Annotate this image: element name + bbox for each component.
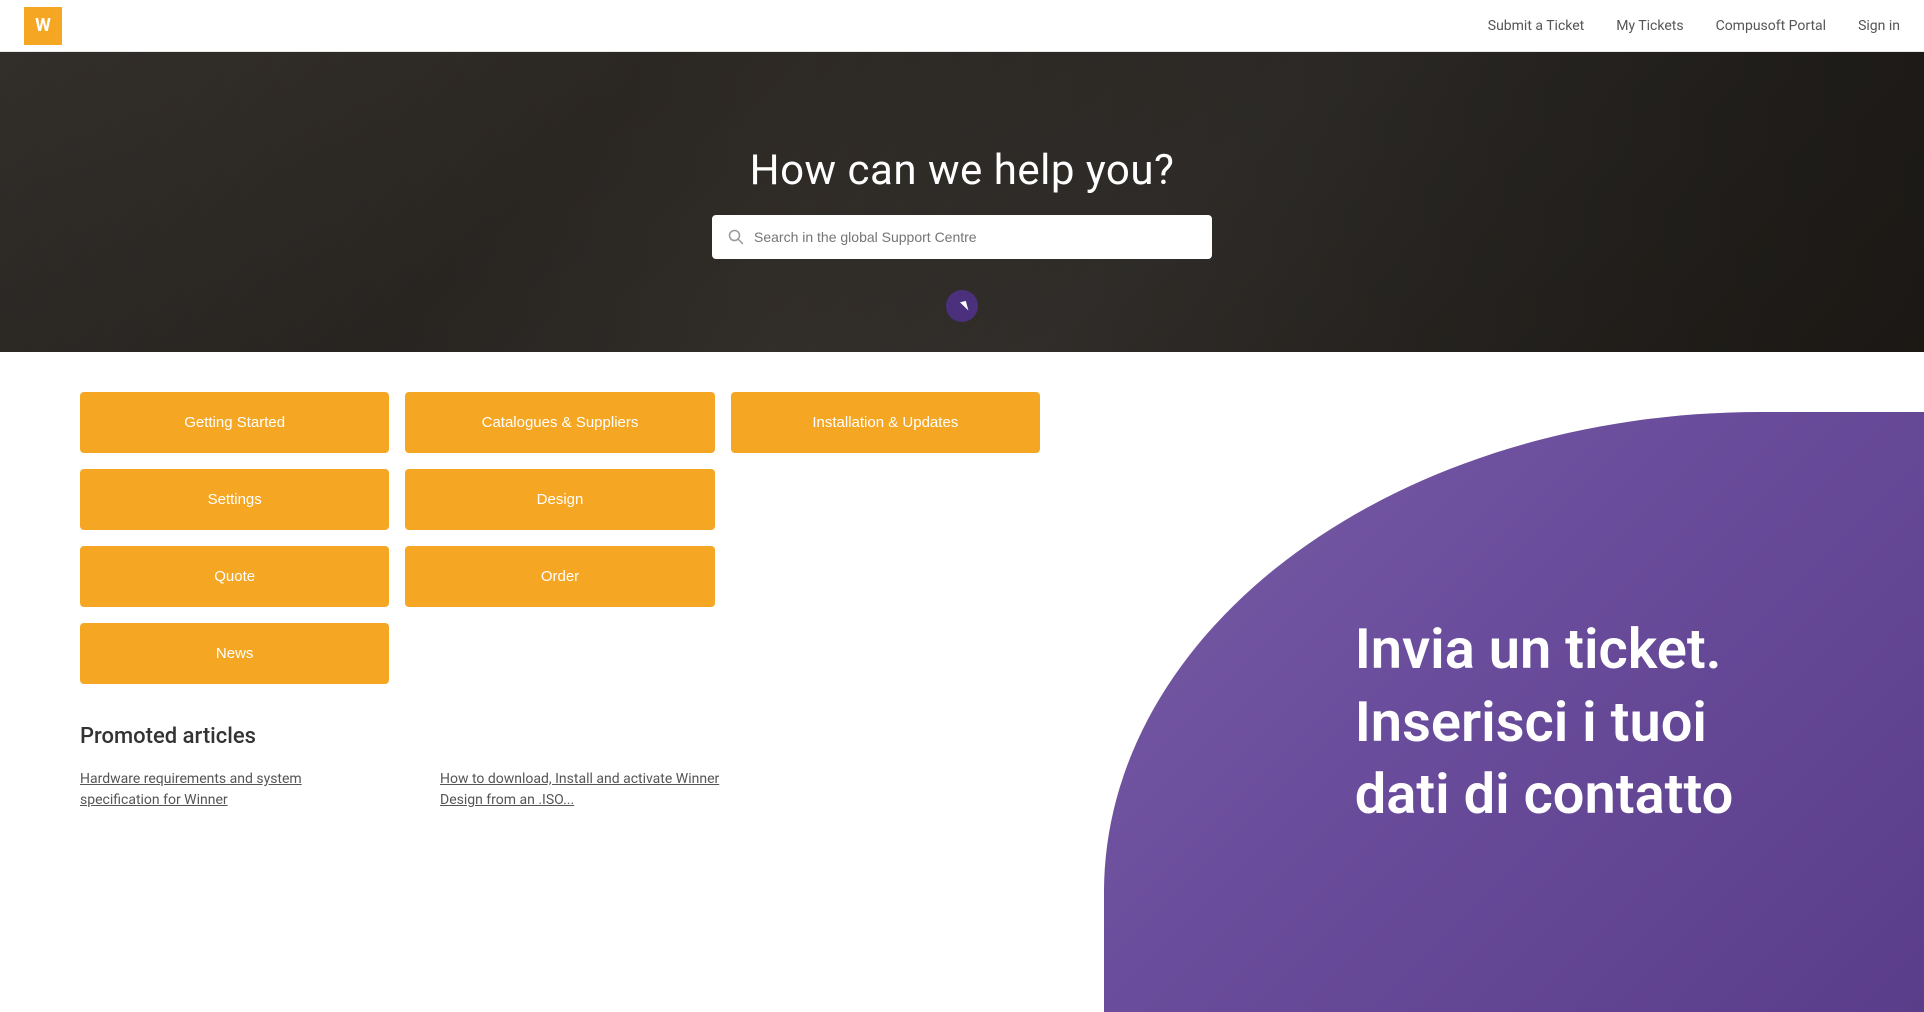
logo[interactable]: W: [24, 7, 62, 45]
overlay-line1: Invia un ticket.: [1355, 613, 1734, 686]
btn-getting-started[interactable]: Getting Started: [80, 392, 389, 453]
overlay-line3: dati di contatto: [1355, 758, 1734, 831]
hero-content: How can we help you?: [712, 146, 1212, 259]
logo-letter: W: [35, 15, 51, 36]
overlay-panel: Invia un ticket. Inserisci i tuoi dati d…: [1104, 412, 1924, 1012]
nav-compusoft-portal[interactable]: Compusoft Portal: [1716, 18, 1827, 34]
article-hardware[interactable]: Hardware requirements and system specifi…: [80, 769, 360, 811]
btn-installation-updates[interactable]: Installation & Updates: [731, 392, 1040, 453]
nav-sign-in[interactable]: Sign in: [1858, 18, 1900, 34]
hero-title: How can we help you?: [750, 146, 1175, 195]
search-icon: [728, 229, 744, 245]
hero-section: How can we help you?: [0, 52, 1924, 352]
main-content: Getting Started Catalogues & Suppliers I…: [0, 352, 1924, 851]
cursor-indicator: [946, 290, 978, 322]
btn-news[interactable]: News: [80, 623, 389, 684]
overlay-line2: Inserisci i tuoi: [1355, 686, 1734, 759]
nav-links: Submit a Ticket My Tickets Compusoft Por…: [1488, 18, 1900, 34]
article-download[interactable]: How to download, Install and activate Wi…: [440, 769, 720, 811]
search-bar[interactable]: [712, 215, 1212, 259]
btn-quote[interactable]: Quote: [80, 546, 389, 607]
btn-design[interactable]: Design: [405, 469, 714, 530]
category-grid: Getting Started Catalogues & Suppliers I…: [80, 392, 1040, 684]
btn-catalogues-suppliers[interactable]: Catalogues & Suppliers: [405, 392, 714, 453]
nav-my-tickets[interactable]: My Tickets: [1616, 18, 1683, 34]
btn-settings[interactable]: Settings: [80, 469, 389, 530]
overlay-text: Invia un ticket. Inserisci i tuoi dati d…: [1355, 613, 1734, 831]
nav-submit-ticket[interactable]: Submit a Ticket: [1488, 18, 1585, 34]
header: W Submit a Ticket My Tickets Compusoft P…: [0, 0, 1924, 52]
btn-order[interactable]: Order: [405, 546, 714, 607]
search-input[interactable]: [754, 229, 1196, 245]
